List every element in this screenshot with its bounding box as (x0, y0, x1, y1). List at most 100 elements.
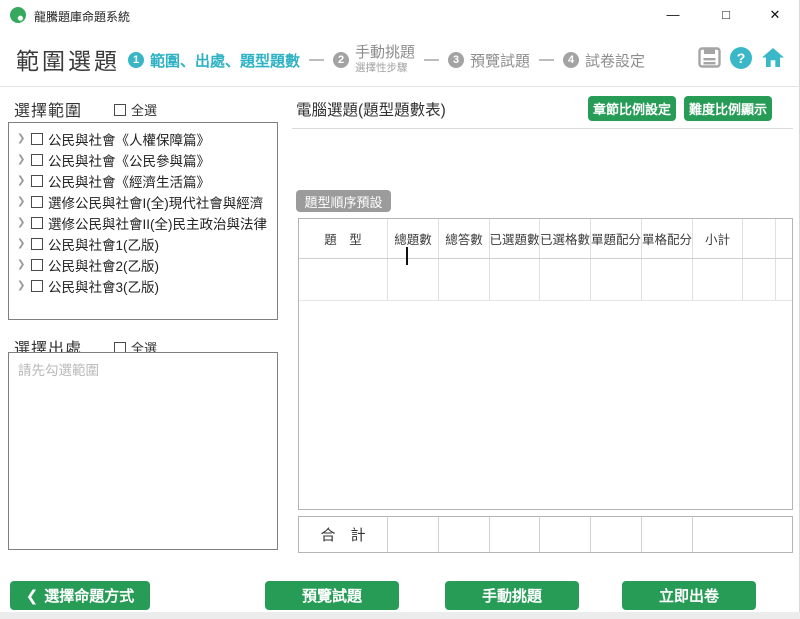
tree-item[interactable]: ❯ 公民與社會《經濟生活篇》 (9, 170, 277, 191)
right-panel-divider (292, 128, 793, 129)
header-divider (0, 86, 800, 87)
step-2-label: 手動挑題 (355, 45, 415, 62)
tree-item[interactable]: ❯ 選修公民與社會II(全)民主政治與法律 (9, 212, 277, 233)
expand-chevron-icon[interactable]: ❯ (17, 175, 26, 186)
step-1[interactable]: 1 範圍、出處、題型題數 (128, 50, 300, 71)
col-header-selected-questions: 已選題數 (490, 219, 540, 258)
tree-item[interactable]: ❯ 公民與社會《公民參與篇》 (9, 149, 277, 170)
page-title: 範圍選題 (16, 42, 120, 76)
tree-item-checkbox[interactable] (31, 259, 43, 271)
cell-points-per-blank[interactable] (642, 259, 693, 300)
col-header-points-per-blank: 單格配分 (642, 219, 693, 258)
tree-item-checkbox[interactable] (31, 196, 43, 208)
col-header-empty (743, 219, 776, 258)
titlebar: 龍騰題庫命題系統 — □ ✕ (0, 0, 800, 30)
window-title: 龍騰題庫命題系統 (34, 8, 130, 25)
table-header-row: 題 型 總題數 總答數 已選題數 已選格數 單題配分 單格配分 小計 (299, 219, 792, 259)
select-range-title: 選擇範圍 (14, 97, 82, 121)
tree-item[interactable]: ❯ 公民與社會《人權保障篇》 (9, 128, 277, 149)
cell-empty (776, 259, 792, 300)
tree-item-label[interactable]: 選修公民與社會I(全)現代社會與經濟 (48, 192, 263, 212)
step-divider (309, 59, 324, 61)
cell-total-questions[interactable] (388, 259, 439, 300)
preview-questions-button[interactable]: 預覽試題 (265, 581, 399, 610)
chapter-ratio-button[interactable]: 章節比例設定 (588, 96, 676, 121)
home-icon[interactable] (761, 46, 785, 69)
range-select-all-checkbox[interactable] (114, 104, 126, 116)
step-4-label: 試卷設定 (585, 50, 645, 71)
tree-item-label[interactable]: 公民與社會2(乙版) (48, 255, 159, 275)
tree-item-label[interactable]: 公民與社會3(乙版) (48, 276, 159, 296)
minimize-button[interactable]: — (650, 0, 696, 30)
col-header-selected-blanks: 已選格數 (540, 219, 591, 258)
step-3-number: 3 (448, 52, 464, 68)
range-tree: ❯ 公民與社會《人權保障篇》 ❯ 公民與社會《公民參與篇》 ❯ 公民與社會《經濟… (8, 122, 278, 320)
expand-chevron-icon[interactable]: ❯ (17, 259, 26, 270)
generate-exam-button[interactable]: 立即出卷 (622, 581, 756, 610)
step-1-number: 1 (128, 52, 144, 68)
tree-item[interactable]: ❯ 公民與社會2(乙版) (9, 254, 277, 275)
step-4[interactable]: 4 試卷設定 (563, 50, 645, 71)
cell-subtotal[interactable] (693, 259, 743, 300)
back-button-label: 選擇命題方式 (44, 585, 134, 606)
text-cursor (406, 247, 408, 265)
tree-item-checkbox[interactable] (31, 280, 43, 292)
col-header-total-answers: 總答數 (439, 219, 490, 258)
step-2[interactable]: 2 手動挑題 選擇性步驟 (333, 45, 415, 74)
question-order-badge[interactable]: 題型順序預設 (296, 190, 391, 212)
total-cell (388, 517, 439, 552)
source-list (8, 352, 278, 550)
col-header-total-questions: 總題數 (388, 219, 439, 258)
step-1-label: 範圍、出處、題型題數 (150, 50, 300, 71)
tree-item-label[interactable]: 公民與社會《經濟生活篇》 (48, 171, 210, 191)
tree-item[interactable]: ❯ 公民與社會3(乙版) (9, 275, 277, 296)
expand-chevron-icon[interactable]: ❯ (17, 154, 26, 165)
range-select-all[interactable]: 全選 (114, 100, 157, 119)
expand-chevron-icon[interactable]: ❯ (17, 217, 26, 228)
maximize-button[interactable]: □ (703, 0, 749, 30)
total-cell (591, 517, 642, 552)
expand-chevron-icon[interactable]: ❯ (17, 196, 26, 207)
computer-select-title: 電腦選題(題型題數表) (296, 98, 446, 120)
step-3[interactable]: 3 預覽試題 (448, 50, 530, 71)
total-cell (540, 517, 591, 552)
tree-item[interactable]: ❯ 公民與社會1(乙版) (9, 233, 277, 254)
cell-total-answers[interactable] (439, 259, 490, 300)
cell-selected-blanks[interactable] (540, 259, 591, 300)
difficulty-ratio-button[interactable]: 難度比例顯示 (684, 96, 772, 121)
question-type-table: 題 型 總題數 總答數 已選題數 已選格數 單題配分 單格配分 小計 (298, 218, 793, 510)
tree-item-checkbox[interactable] (31, 175, 43, 187)
tree-item-label[interactable]: 公民與社會1(乙版) (48, 234, 159, 254)
tree-item-label[interactable]: 公民與社會《公民參與篇》 (48, 150, 210, 170)
total-label: 合 計 (299, 517, 388, 552)
tree-item-checkbox[interactable] (31, 133, 43, 145)
cell-points-per-question[interactable] (591, 259, 642, 300)
wizard-steps: 1 範圍、出處、題型題數 2 手動挑題 選擇性步驟 3 預覽試題 4 試卷設定 (128, 40, 645, 80)
step-divider (424, 59, 439, 61)
back-to-method-button[interactable]: ❮ 選擇命題方式 (10, 581, 150, 610)
tree-item-checkbox[interactable] (31, 217, 43, 229)
total-cell (642, 517, 693, 552)
manual-pick-button[interactable]: 手動挑題 (445, 581, 579, 610)
col-header-subtotal: 小計 (693, 219, 743, 258)
cell-selected-questions[interactable] (490, 259, 540, 300)
tree-item-checkbox[interactable] (31, 154, 43, 166)
range-select-all-label: 全選 (131, 100, 157, 119)
cell-empty (743, 259, 776, 300)
tree-item-label[interactable]: 公民與社會《人權保障篇》 (48, 129, 210, 149)
step-divider (539, 59, 554, 61)
col-header-empty (776, 219, 792, 258)
cell-type[interactable] (299, 259, 388, 300)
expand-chevron-icon[interactable]: ❯ (17, 133, 26, 144)
expand-chevron-icon[interactable]: ❯ (17, 280, 26, 291)
save-icon[interactable] (698, 47, 721, 68)
close-button[interactable]: ✕ (752, 0, 798, 30)
help-icon[interactable]: ? (730, 47, 752, 69)
tree-item[interactable]: ❯ 選修公民與社會I(全)現代社會與經濟 (9, 191, 277, 212)
expand-chevron-icon[interactable]: ❯ (17, 238, 26, 249)
tree-item-label[interactable]: 選修公民與社會II(全)民主政治與法律 (48, 213, 267, 233)
tree-item-checkbox[interactable] (31, 238, 43, 250)
step-3-label: 預覽試題 (470, 50, 530, 71)
step-2-sublabel: 選擇性步驟 (355, 63, 415, 75)
total-row: 合 計 (298, 516, 793, 553)
